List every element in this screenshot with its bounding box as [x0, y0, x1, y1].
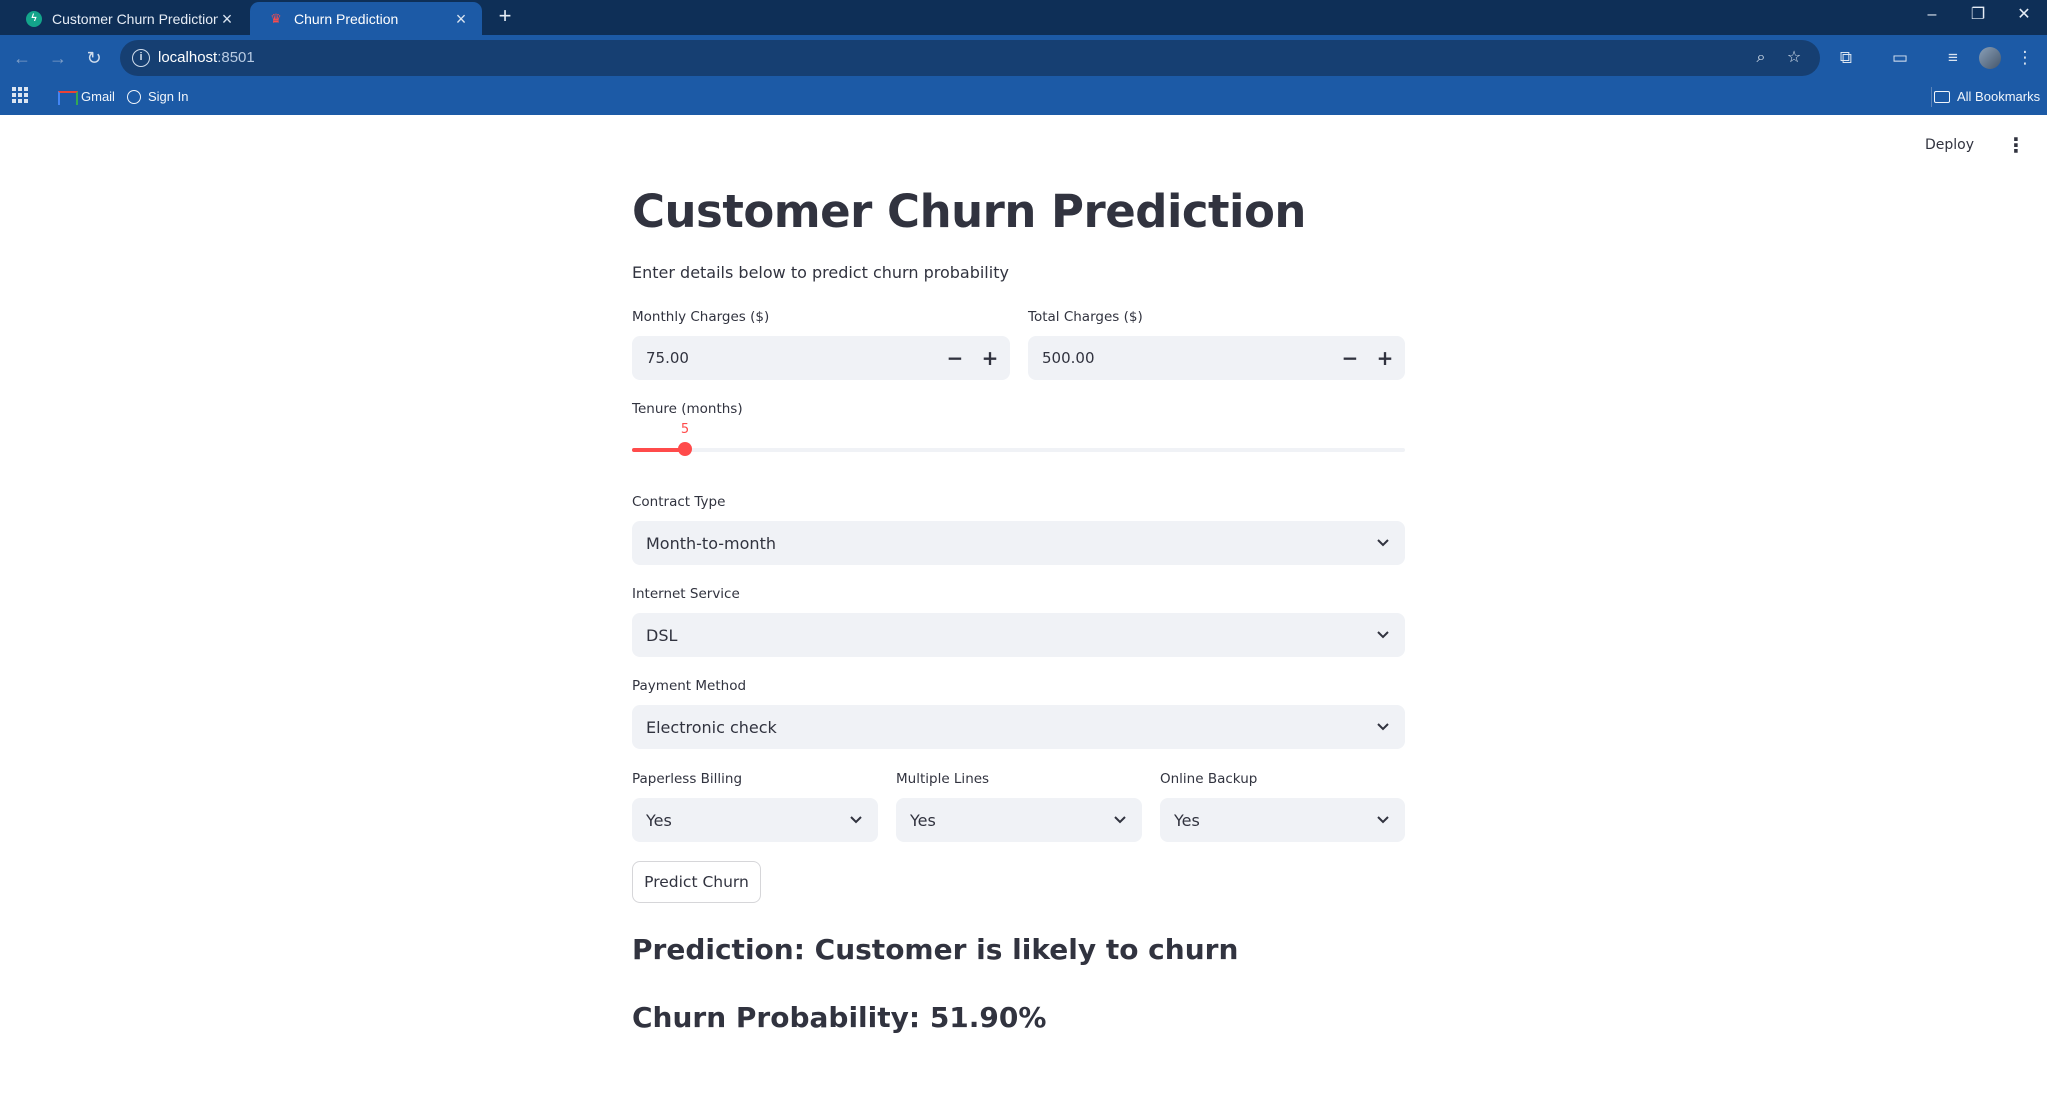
chevron-down-icon	[1377, 723, 1389, 731]
fastapi-icon: ϟ	[26, 10, 42, 27]
address-bar[interactable]: i localhost:8501 ⌕ ☆	[120, 40, 1820, 76]
browser-menu-icon[interactable]: ⋮	[2012, 45, 2038, 71]
total-charges-input[interactable]: 500.00 − +	[1028, 336, 1405, 380]
main-menu-icon[interactable]: ⋮	[2006, 135, 2026, 155]
online-backup-select[interactable]: Yes	[1160, 798, 1405, 842]
site-info-icon[interactable]: i	[132, 49, 150, 67]
zoom-icon[interactable]: ⌕	[1750, 47, 1772, 69]
new-tab-icon[interactable]: +	[492, 3, 518, 29]
tab-title: Churn Prediction	[294, 10, 399, 27]
prediction-result: Prediction: Customer is likely to churn	[632, 933, 1239, 966]
browser-toolbar: ← → ↻ i localhost:8501 ⌕ ☆ ⧉ ▭ ≡ ⋮	[0, 35, 2047, 81]
chevron-down-icon	[1377, 631, 1389, 639]
internet-service-value: DSL	[646, 626, 678, 645]
tenure-slider-thumb[interactable]	[678, 442, 692, 456]
bookmark-label: Sign In	[148, 89, 189, 104]
all-bookmarks[interactable]: All Bookmarks	[1934, 89, 2040, 104]
chevron-down-icon	[850, 816, 862, 824]
back-icon[interactable]: ←	[8, 44, 36, 72]
bookmarks-bar	[0, 81, 2047, 115]
online-backup-value: Yes	[1174, 811, 1200, 830]
tab-title: Customer Churn Prediction API	[52, 10, 218, 27]
payment-method-select[interactable]: Electronic check	[632, 705, 1405, 749]
multiple-lines-value: Yes	[910, 811, 936, 830]
profile-avatar[interactable]	[1979, 47, 2001, 69]
multiple-lines-label: Multiple Lines	[896, 771, 990, 787]
bookmark-star-icon[interactable]: ☆	[1783, 47, 1805, 69]
multiple-lines-select[interactable]: Yes	[896, 798, 1142, 842]
folder-icon	[1934, 90, 1950, 103]
tenure-slider-track[interactable]	[632, 448, 1405, 452]
close-icon[interactable]: ×	[452, 10, 470, 28]
paperless-billing-value: Yes	[646, 811, 672, 830]
page-subtitle: Enter details below to predict churn pro…	[632, 263, 1009, 282]
contract-type-select[interactable]: Month-to-month	[632, 521, 1405, 565]
internet-service-label: Internet Service	[632, 586, 740, 602]
internet-service-select[interactable]: DSL	[632, 613, 1405, 657]
chevron-down-icon	[1377, 816, 1389, 824]
decrement-icon[interactable]: −	[941, 344, 969, 372]
reload-icon[interactable]: ↻	[80, 44, 108, 72]
bookmark-gmail[interactable]: Gmail	[58, 89, 115, 105]
monthly-charges-label: Monthly Charges ($)	[632, 309, 770, 325]
churn-probability: Churn Probability: 51.90%	[632, 1001, 1047, 1034]
forward-icon[interactable]: →	[44, 44, 72, 72]
globe-icon	[127, 89, 141, 104]
restore-icon[interactable]: ❐	[1955, 0, 2001, 30]
apps-grid-icon[interactable]	[12, 87, 28, 103]
increment-icon[interactable]: +	[976, 344, 1004, 372]
url-host: localhost	[158, 49, 218, 66]
contract-type-label: Contract Type	[632, 494, 726, 510]
online-backup-label: Online Backup	[1160, 771, 1258, 787]
total-charges-label: Total Charges ($)	[1028, 309, 1143, 325]
browser-tab-bar: ϟ Customer Churn Prediction API × ♛ Chur…	[0, 0, 2047, 35]
total-charges-value[interactable]: 500.00	[1042, 349, 1095, 367]
gmail-icon	[58, 90, 78, 105]
page-title: Customer Churn Prediction	[632, 185, 1306, 238]
close-icon[interactable]: ×	[218, 10, 236, 28]
tab-churn-prediction[interactable]: ♛ Churn Prediction ×	[250, 2, 482, 35]
bookmark-sign-in[interactable]: Sign In	[127, 89, 188, 104]
url-port: :8501	[217, 49, 255, 66]
monthly-charges-value[interactable]: 75.00	[646, 349, 689, 367]
deploy-button[interactable]: Deploy	[1925, 137, 1974, 153]
window-close-icon[interactable]: ✕	[2001, 0, 2047, 30]
contract-type-value: Month-to-month	[646, 534, 776, 553]
payment-method-value: Electronic check	[646, 718, 777, 737]
url-text: localhost:8501	[158, 49, 255, 66]
paperless-billing-select[interactable]: Yes	[632, 798, 878, 842]
tab-churn-api[interactable]: ϟ Customer Churn Prediction API ×	[8, 2, 248, 35]
tenure-label: Tenure (months)	[632, 401, 743, 417]
streamlit-app: Deploy ⋮ Customer Churn Prediction Enter…	[0, 115, 2047, 1096]
tenure-slider-value: 5	[680, 422, 690, 437]
minimize-icon[interactable]: –	[1909, 0, 1955, 30]
predict-churn-button[interactable]: Predict Churn	[632, 861, 761, 903]
bookmarks-divider	[1931, 87, 1932, 107]
media-icon[interactable]: ≡	[1940, 45, 1966, 71]
all-bookmarks-label: All Bookmarks	[1957, 89, 2041, 104]
bookmark-label: Gmail	[81, 89, 115, 104]
chevron-down-icon	[1114, 816, 1126, 824]
increment-icon[interactable]: +	[1371, 344, 1399, 372]
chevron-down-icon	[1377, 539, 1389, 547]
paperless-billing-label: Paperless Billing	[632, 771, 743, 787]
streamlit-icon: ♛	[270, 10, 282, 26]
payment-method-label: Payment Method	[632, 678, 747, 694]
decrement-icon[interactable]: −	[1336, 344, 1364, 372]
cast-icon[interactable]: ▭	[1887, 45, 1913, 71]
extensions-icon[interactable]: ⧉	[1833, 45, 1859, 71]
monthly-charges-input[interactable]: 75.00 − +	[632, 336, 1010, 380]
